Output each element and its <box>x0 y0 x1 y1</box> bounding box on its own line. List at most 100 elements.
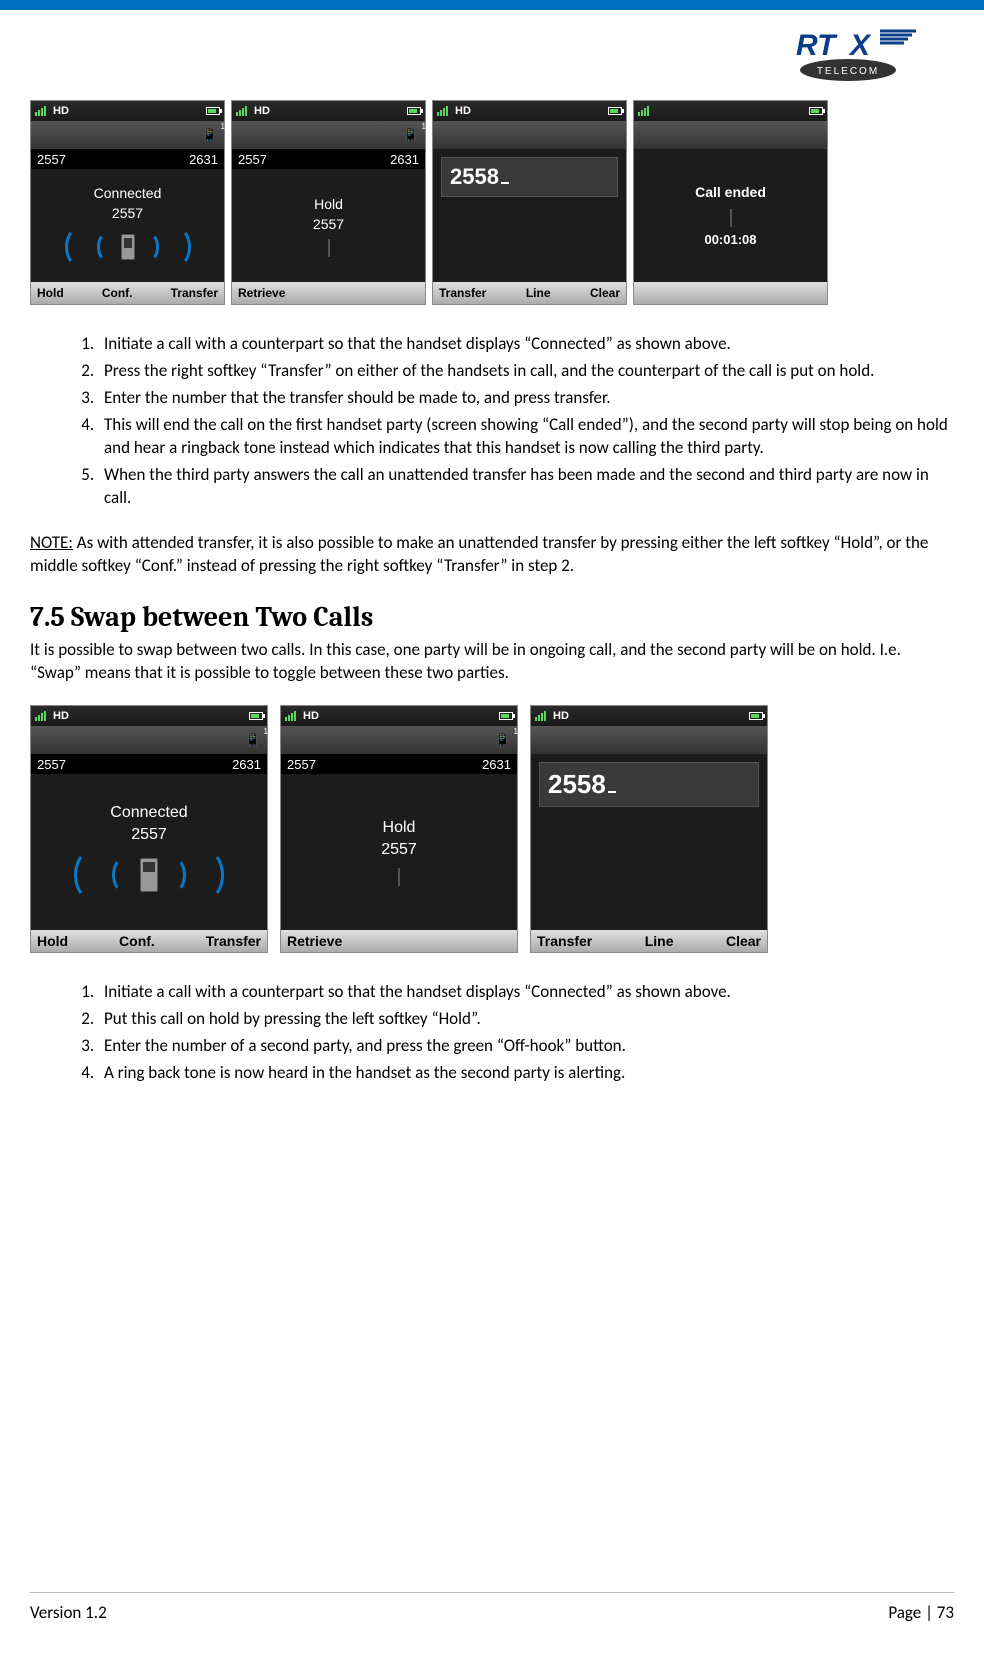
footer-version: Version 1.2 <box>30 1602 107 1623</box>
softkey-bar: Transfer Line Clear <box>531 930 767 952</box>
signal-icon <box>35 106 46 116</box>
icon-bar: 📱1 <box>281 726 517 754</box>
hd-label: HD <box>53 105 69 117</box>
status-bar: HD <box>281 706 517 726</box>
call-wave-icon <box>65 227 191 267</box>
step: Initiate a call with a counterpart so th… <box>98 981 954 1004</box>
signal-icon <box>285 711 296 721</box>
softkey-bar: Retrieve <box>232 282 425 304</box>
status-number: 2557 <box>112 205 143 221</box>
battery-icon <box>749 712 763 720</box>
softkey-clear[interactable]: Clear <box>726 933 761 949</box>
phone-screen-callended: Call ended 00:01:08 <box>633 100 828 305</box>
number-bar: 2557 2631 <box>31 754 267 774</box>
softkey-bar: Retrieve <box>281 930 517 952</box>
softkey-bar <box>634 282 827 304</box>
phone-screen-hold: HD 📱1 2557 2631 Hold 2557 Retrieve <box>231 100 426 305</box>
softkey-transfer[interactable]: Transfer <box>439 286 486 300</box>
icon-bar <box>531 726 767 754</box>
icon-bar <box>634 121 827 149</box>
call-duration: 00:01:08 <box>704 232 756 247</box>
num-left: 2557 <box>238 152 267 167</box>
hd-label: HD <box>303 710 319 722</box>
dial-input[interactable]: 2558 <box>539 762 759 807</box>
number-bar: 2557 2631 <box>232 149 425 169</box>
softkey-conf[interactable]: Conf. <box>119 933 155 949</box>
rtx-telecom-logo: RT X TELECOM <box>796 25 946 85</box>
softkey-line[interactable]: Line <box>645 933 674 949</box>
status-number: 2557 <box>131 826 167 844</box>
softkey-transfer[interactable]: Transfer <box>171 286 218 300</box>
phone-screen-connected: HD 📱1 2557 2631 Connected 2557 Hold <box>30 705 268 953</box>
number-bar: 2557 2631 <box>281 754 517 774</box>
screen-body: Connected 2557 <box>31 774 267 930</box>
status-text: Hold <box>314 196 343 212</box>
softkey-transfer[interactable]: Transfer <box>537 933 592 949</box>
page-footer: Version 1.2 Page | 73 <box>30 1602 954 1623</box>
status-text: Call ended <box>695 184 766 200</box>
softkey-transfer[interactable]: Transfer <box>206 933 261 949</box>
dial-input[interactable]: 2558 <box>441 157 618 197</box>
call-wave-icon <box>74 850 224 900</box>
screen-body: 2558 <box>531 754 767 930</box>
softkey-conf[interactable]: Conf. <box>102 286 133 300</box>
status-number: 2557 <box>381 841 417 859</box>
num-right: 2631 <box>232 757 261 772</box>
softkey-bar: Hold Conf. Transfer <box>31 930 267 952</box>
screen-body: Hold 2557 <box>281 774 517 930</box>
status-text: Hold <box>383 819 416 837</box>
num-left: 2557 <box>287 757 316 772</box>
icon-bar: 📱1 <box>232 121 425 149</box>
status-bar <box>634 101 827 121</box>
battery-icon <box>809 107 823 115</box>
section-intro: It is possible to swap between two calls… <box>30 639 954 685</box>
battery-icon <box>499 712 513 720</box>
num-left: 2557 <box>37 152 66 167</box>
handset-icon: 📱1 <box>495 732 511 748</box>
softkey-bar: Transfer Line Clear <box>433 282 626 304</box>
handset-small-icon <box>730 209 732 227</box>
handset-icon: 📱1 <box>403 127 419 143</box>
phone-screen-hold: HD 📱1 2557 2631 Hold 2557 Retrieve <box>280 705 518 953</box>
note-text: As with attended transfer, it is also po… <box>30 532 928 576</box>
softkey-hold[interactable]: Hold <box>37 286 64 300</box>
top-border <box>0 0 984 10</box>
num-right: 2631 <box>390 152 419 167</box>
softkey-retrieve[interactable]: Retrieve <box>238 286 285 300</box>
signal-icon <box>35 711 46 721</box>
step: Initiate a call with a counterpart so th… <box>98 333 954 356</box>
softkey-hold[interactable]: Hold <box>37 933 68 949</box>
signal-icon <box>535 711 546 721</box>
screen-body: Call ended 00:01:08 <box>634 149 827 282</box>
softkey-clear[interactable]: Clear <box>590 286 620 300</box>
status-bar: HD <box>31 101 224 121</box>
icon-bar: 📱1 <box>31 726 267 754</box>
signal-icon <box>437 106 448 116</box>
status-bar: HD <box>31 706 267 726</box>
battery-icon <box>249 712 263 720</box>
note-label: NOTE: <box>30 532 73 553</box>
status-bar: HD <box>531 706 767 726</box>
num-right: 2631 <box>189 152 218 167</box>
handset-small-icon <box>328 239 330 257</box>
number-bar: 2557 2631 <box>31 149 224 169</box>
page-header: RT X TELECOM <box>0 10 984 100</box>
icon-bar <box>433 121 626 149</box>
step: This will end the call on the first hand… <box>98 414 954 460</box>
hd-label: HD <box>455 105 471 117</box>
step: Enter the number of a second party, and … <box>98 1035 954 1058</box>
instruction-list-2: Initiate a call with a counterpart so th… <box>98 981 954 1085</box>
softkey-retrieve[interactable]: Retrieve <box>287 933 342 949</box>
battery-icon <box>206 107 220 115</box>
screenshot-row-2: HD 📱1 2557 2631 Connected 2557 Hold <box>30 705 954 953</box>
screen-body: Hold 2557 <box>232 169 425 282</box>
softkey-line[interactable]: Line <box>526 286 551 300</box>
num-left: 2557 <box>37 757 66 772</box>
step: Enter the number that the transfer shoul… <box>98 387 954 410</box>
signal-icon <box>638 106 649 116</box>
instruction-list-1: Initiate a call with a counterpart so th… <box>98 333 954 510</box>
hd-label: HD <box>553 710 569 722</box>
phone-screen-dial: HD 2558 Transfer Line Clear <box>432 100 627 305</box>
battery-icon <box>608 107 622 115</box>
note-paragraph: NOTE: As with attended transfer, it is a… <box>30 532 954 578</box>
